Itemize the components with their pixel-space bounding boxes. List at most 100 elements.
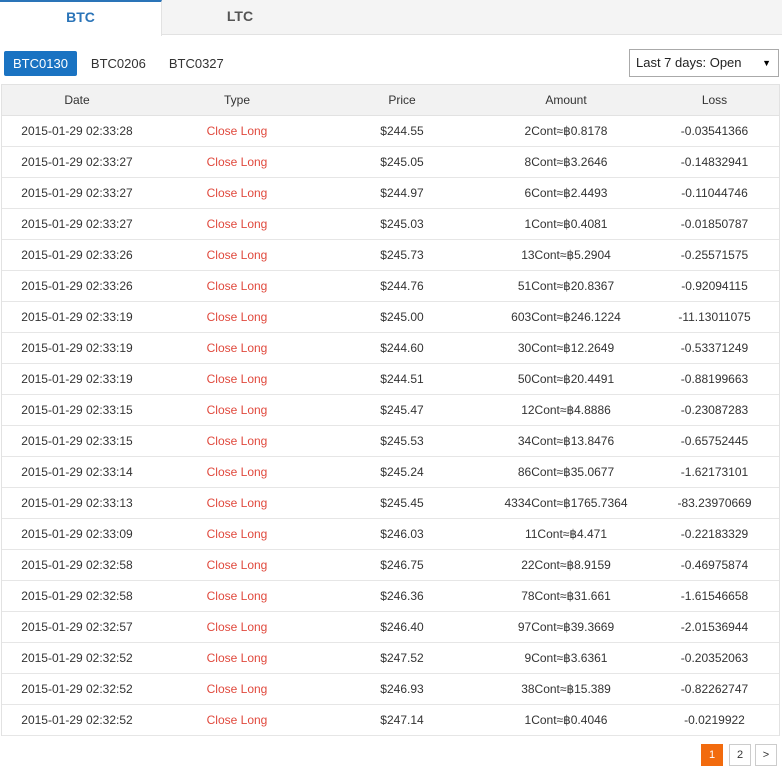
amount-cell: 9Cont≈฿3.6361 [524,651,608,665]
price-cell: $245.00 [380,310,424,324]
contract-tab-btc0206[interactable]: BTC0206 [82,51,155,76]
date-cell: 2015-01-29 02:32:52 [21,713,133,727]
amount-cell: 2Cont≈฿0.8178 [524,124,608,138]
date-cell: 2015-01-29 02:33:27 [21,186,133,200]
header-loss: Loss [650,84,779,116]
loss-cell: -0.25571575 [680,248,749,262]
price-cell: $246.03 [380,527,424,541]
contract-tab-btc0327[interactable]: BTC0327 [160,51,233,76]
price-cell: $246.36 [380,589,424,603]
amount-cell: 22Cont≈฿8.9159 [521,558,611,572]
price-cell: $244.97 [380,186,424,200]
date-cell: 2015-01-29 02:32:58 [21,589,133,603]
header-amount: Amount [482,84,650,116]
type-cell: Close Long [206,589,268,603]
price-cell: $246.40 [380,620,424,634]
type-cell: Close Long [206,279,268,293]
loss-cell: -1.61546658 [680,589,749,603]
type-cell: Close Long [206,124,268,138]
loss-cell: -0.53371249 [680,341,749,355]
amount-cell: 8Cont≈฿3.2646 [524,155,608,169]
loss-cell: -0.92094115 [681,279,748,293]
type-cell: Close Long [206,620,268,634]
amount-cell: 51Cont≈฿20.8367 [517,279,615,293]
table-row: 2015-01-29 02:33:15 Close Long $245.53 34Co… [2,426,779,457]
date-cell: 2015-01-29 02:33:09 [21,527,133,541]
price-cell: $245.53 [380,434,424,448]
price-cell: $245.03 [380,217,424,231]
table-row: 2015-01-29 02:33:27 Close Long $245.03 1Con… [2,209,779,240]
table-row: 2015-01-29 02:33:09 Close Long $246.03 11Co… [2,519,779,550]
loss-cell: -0.01850787 [680,217,749,231]
date-cell: 2015-01-29 02:33:26 [21,279,133,293]
date-cell: 2015-01-29 02:32:52 [21,682,133,696]
table-header-row: Date Type Price Amount Loss [2,84,779,116]
date-cell: 2015-01-29 02:33:19 [21,341,133,355]
contract-tabs: BTC0130 BTC0206 BTC0327 [4,51,238,76]
loss-cell: -1.62173101 [680,465,749,479]
type-cell: Close Long [206,496,268,510]
loss-cell: -0.03541366 [680,124,749,138]
price-cell: $244.60 [380,341,424,355]
table-row: 2015-01-29 02:32:57 Close Long $246.40 97Co… [2,612,779,643]
price-cell: $247.14 [380,713,424,727]
trades-table: Date Type Price Amount Loss 2015-01-29 0… [2,84,779,736]
tab-ltc[interactable]: LTC [162,0,318,35]
date-cell: 2015-01-29 02:32:58 [21,558,133,572]
amount-cell: 50Cont≈฿20.4491 [517,372,615,386]
type-cell: Close Long [206,217,268,231]
date-cell: 2015-01-29 02:33:26 [21,248,133,262]
header-price: Price [322,84,482,116]
price-cell: $246.93 [380,682,424,696]
type-cell: Close Long [206,248,268,262]
loss-cell: -0.11044746 [681,186,748,200]
date-cell: 2015-01-29 02:32:57 [21,620,133,634]
next-page-button[interactable]: > [755,744,777,766]
table-row: 2015-01-29 02:32:52 Close Long $247.14 1Con… [2,705,779,736]
price-cell: $245.24 [380,465,424,479]
type-cell: Close Long [206,527,268,541]
type-cell: Close Long [206,465,268,479]
loss-cell: -0.46975874 [680,558,749,572]
header-date: Date [2,84,152,116]
date-cell: 2015-01-29 02:33:19 [21,372,133,386]
type-cell: Close Long [206,651,268,665]
page-1-button[interactable]: 1 [701,744,723,766]
table-row: 2015-01-29 02:32:58 Close Long $246.75 22Co… [2,550,779,581]
type-cell: Close Long [206,403,268,417]
table-row: 2015-01-29 02:33:15 Close Long $245.47 12Co… [2,395,779,426]
amount-cell: 11Cont≈฿4.471 [524,527,608,541]
table-row: 2015-01-29 02:33:26 Close Long $245.73 13Co… [2,240,779,271]
amount-cell: 13Cont≈฿5.2904 [521,248,611,262]
type-cell: Close Long [206,155,268,169]
period-filter-select[interactable]: Last 7 days: Open ▼ [629,49,779,77]
table-row: 2015-01-29 02:32:52 Close Long $246.93 38Co… [2,674,779,705]
table-row: 2015-01-29 02:33:27 Close Long $245.05 8Con… [2,147,779,178]
date-cell: 2015-01-29 02:33:19 [21,310,133,324]
page-2-button[interactable]: 2 [729,744,751,766]
period-filter-value: Last 7 days: Open [636,55,742,70]
amount-cell: 97Cont≈฿39.3669 [517,620,615,634]
amount-cell: 1Cont≈฿0.4081 [524,217,608,231]
date-cell: 2015-01-29 02:33:27 [21,155,133,169]
header-type: Type [152,84,322,116]
table-row: 2015-01-29 02:33:19 Close Long $244.51 50Co… [2,364,779,395]
table-row: 2015-01-29 02:33:26 Close Long $244.76 51Co… [2,271,779,302]
contract-tab-btc0130[interactable]: BTC0130 [4,51,77,76]
type-cell: Close Long [206,558,268,572]
tab-btc[interactable]: BTC [0,0,162,36]
loss-cell: -11.13011075 [678,310,751,324]
type-cell: Close Long [206,682,268,696]
loss-cell: -0.14832941 [680,155,749,169]
price-cell: $244.76 [380,279,424,293]
type-cell: Close Long [206,372,268,386]
loss-cell: -83.23970669 [677,496,752,510]
loss-cell: -0.22183329 [680,527,749,541]
price-cell: $244.55 [380,124,424,138]
amount-cell: 1Cont≈฿0.4046 [524,713,608,727]
trades-table-container: Date Type Price Amount Loss 2015-01-29 0… [1,84,780,736]
loss-cell: -0.65752445 [680,434,749,448]
table-row: 2015-01-29 02:33:19 Close Long $244.60 30Co… [2,333,779,364]
date-cell: 2015-01-29 02:33:28 [21,124,133,138]
trades-table-body: 2015-01-29 02:33:28 Close Long $244.55 2Con… [2,116,779,736]
